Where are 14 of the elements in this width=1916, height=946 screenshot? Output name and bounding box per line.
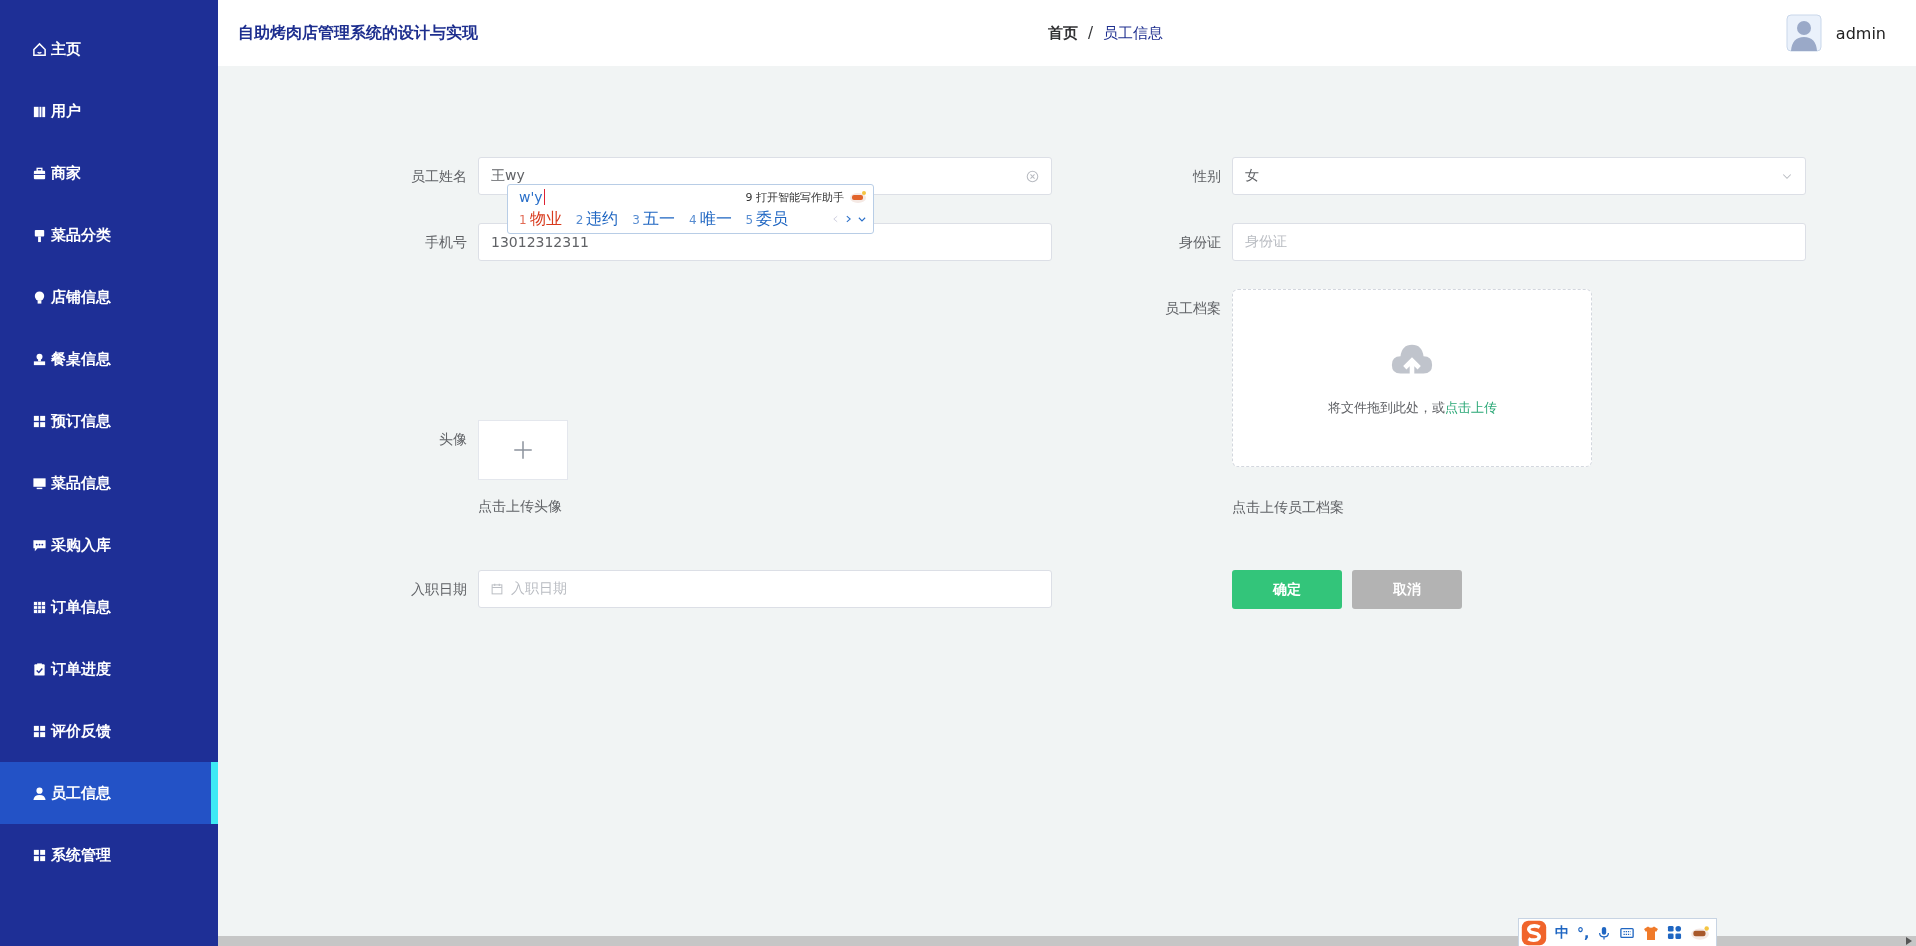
field-label: 手机号 <box>424 233 468 252</box>
breadcrumb-item: 员工信息 <box>1103 23 1164 43</box>
field-label: 性别 <box>1191 167 1222 186</box>
field-label: 身份证 <box>1178 233 1222 252</box>
upload-hint: 点击上传头像 <box>478 497 563 516</box>
field-label: 入职日期 <box>410 580 468 599</box>
app-title: 自助烤肉店管理系统的设计与实现 <box>238 22 479 44</box>
field-label: 员工档案 <box>1164 299 1222 318</box>
upload-hint: 点击上传员工档案 <box>1232 498 1345 517</box>
field-label: 头像 <box>438 430 468 449</box>
field-label: 员工姓名 <box>410 167 468 186</box>
ime-composition: w'y <box>519 189 545 205</box>
breadcrumb-separator: / <box>1088 24 1094 42</box>
upload-prompt: 将文件拖到此处，或点击上传 <box>1327 399 1497 417</box>
